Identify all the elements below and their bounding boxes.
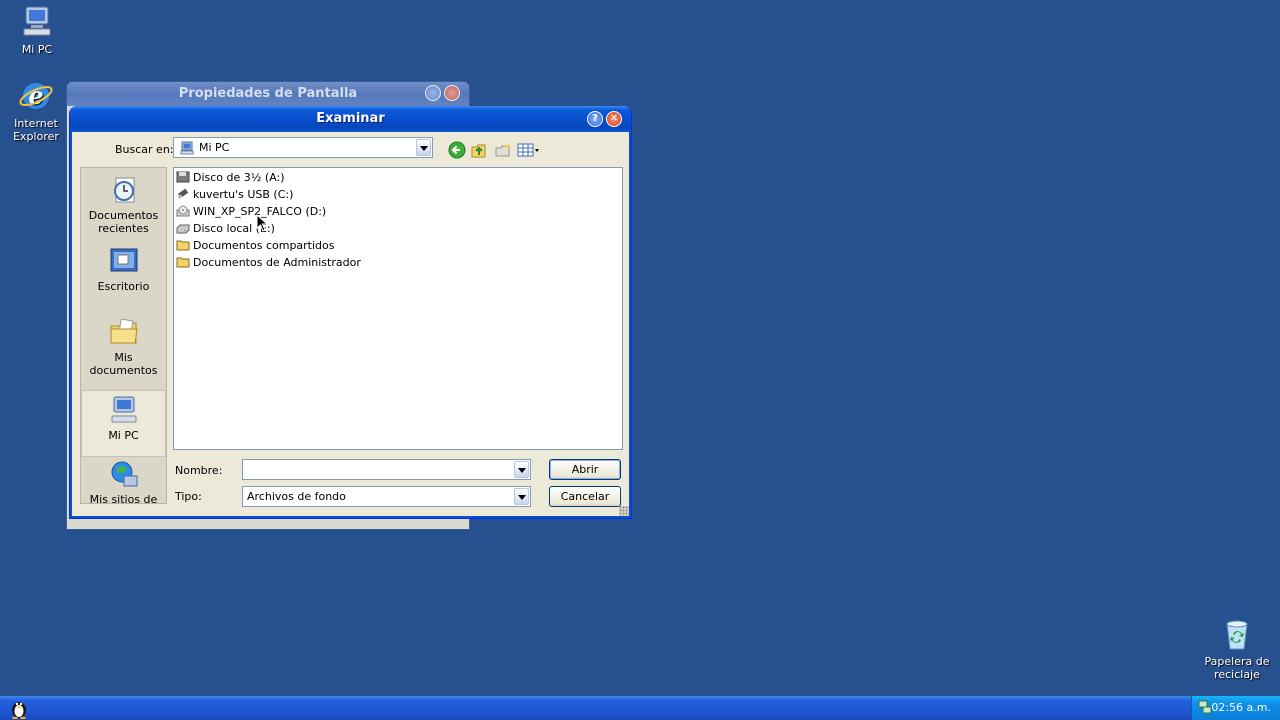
file-list[interactable]: Disco de 3½ (A:) kuvertu's USB (C:) WIN_… [173, 167, 623, 450]
desktop-icon-recycle-bin[interactable]: Papelera de reciclaje [1197, 616, 1277, 681]
desktop-icon-internet-explorer[interactable]: e Internet Explorer [0, 78, 76, 143]
new-folder-icon[interactable] [494, 141, 512, 159]
desktop-icon [110, 248, 137, 272]
window-title: Propiedades de Pantalla [178, 86, 358, 101]
close-button[interactable]: ✕ [606, 111, 622, 127]
place-mi-pc[interactable]: Mi PC [81, 390, 166, 457]
look-in-value: Mi PC [199, 141, 230, 154]
close-icon: ✕ [609, 113, 619, 124]
look-in-label: Buscar en: [115, 143, 174, 156]
filetype-label: Tipo: [175, 490, 202, 503]
view-menu-icon[interactable] [517, 141, 541, 159]
close-button[interactable] [444, 85, 460, 101]
place-label: Mi PC [108, 429, 139, 442]
filename-field[interactable] [242, 459, 531, 480]
places-bar: Documentos recientes Escritorio Mis docu… [80, 167, 167, 504]
cd-drive-icon [176, 205, 190, 217]
dialog-titlebar: Examinar ? ✕ [70, 106, 631, 132]
desktop-icon-label: Papelera de reciclaje [1204, 655, 1270, 681]
desktop-icon-label: Mi PC [21, 43, 53, 56]
desktop-icon-label: Internet Explorer [13, 117, 59, 143]
look-in-dropdown[interactable]: Mi PC [173, 137, 433, 158]
back-icon[interactable] [448, 141, 466, 159]
computer-icon [23, 6, 51, 36]
open-button[interactable]: Abrir [549, 459, 621, 480]
start-penguin-icon[interactable] [8, 697, 30, 719]
cancel-button[interactable]: Cancelar [549, 486, 621, 507]
help-button[interactable]: ? [587, 111, 603, 127]
list-item-label: Documentos de Administrador [193, 256, 361, 269]
folder-icon [176, 257, 190, 268]
system-tray: 02:56 a.m. [1191, 696, 1280, 720]
list-item[interactable]: Documentos compartidos [176, 237, 335, 254]
list-item-label: Disco de 3½ (A:) [193, 171, 285, 184]
list-item[interactable]: Disco de 3½ (A:) [176, 169, 285, 186]
place-label: Escritorio [97, 280, 150, 293]
list-item[interactable]: Documentos de Administrador [176, 254, 361, 271]
list-item-label: Documentos compartidos [193, 239, 335, 252]
chevron-down-icon[interactable] [514, 488, 529, 505]
place-mis-documentos[interactable]: Mis documentos [81, 316, 166, 377]
mouse-cursor-icon [256, 214, 268, 232]
list-item[interactable]: WIN_XP_SP2_FALCO (D:) [176, 203, 326, 220]
filetype-dropdown[interactable]: Archivos de fondo [242, 486, 531, 507]
place-label: Documentos recientes [88, 209, 159, 235]
up-folder-icon[interactable] [470, 141, 488, 159]
clock[interactable]: 02:56 a.m. [1211, 701, 1271, 714]
help-icon: ? [592, 113, 598, 124]
network-places-icon [111, 461, 137, 487]
computer-icon [180, 141, 194, 155]
browse-dialog: Examinar ? ✕ Buscar en: Mi PC Documentos… [69, 106, 632, 519]
display-properties-titlebar: Propiedades de Pantalla [67, 82, 469, 106]
place-mis-sitios-de-red[interactable]: Mis sitios de red [81, 458, 166, 504]
taskbar: 02:56 a.m. [0, 696, 1280, 720]
chevron-down-icon[interactable] [416, 139, 431, 156]
hard-drive-icon [176, 224, 190, 234]
help-button[interactable] [425, 85, 441, 101]
floppy-icon [176, 171, 190, 183]
list-item-label: kuvertu's USB (C:) [193, 188, 294, 201]
filetype-value: Archivos de fondo [247, 490, 346, 503]
place-label: Mis documentos [89, 351, 158, 377]
place-documentos-recientes[interactable]: Documentos recientes [81, 174, 166, 235]
recent-documents-icon [113, 177, 134, 203]
svg-text:e: e [28, 81, 43, 110]
recycle-bin-icon [1226, 620, 1248, 650]
network-tray-icon[interactable] [1198, 700, 1212, 714]
dialog-title: Examinar [316, 111, 385, 126]
resize-grip[interactable] [619, 506, 629, 516]
internet-explorer-icon: e [19, 81, 53, 110]
place-label: Mis sitios de red [89, 493, 158, 504]
desktop-icon-mi-pc[interactable]: Mi PC [0, 4, 77, 56]
usb-drive-icon [177, 188, 189, 200]
chevron-down-icon[interactable] [514, 461, 529, 478]
list-item[interactable]: kuvertu's USB (C:) [176, 186, 293, 203]
folder-icon [176, 240, 190, 251]
filename-label: Nombre: [175, 464, 223, 477]
computer-icon [111, 396, 136, 423]
my-documents-icon [110, 318, 138, 344]
place-escritorio[interactable]: Escritorio [81, 245, 166, 293]
